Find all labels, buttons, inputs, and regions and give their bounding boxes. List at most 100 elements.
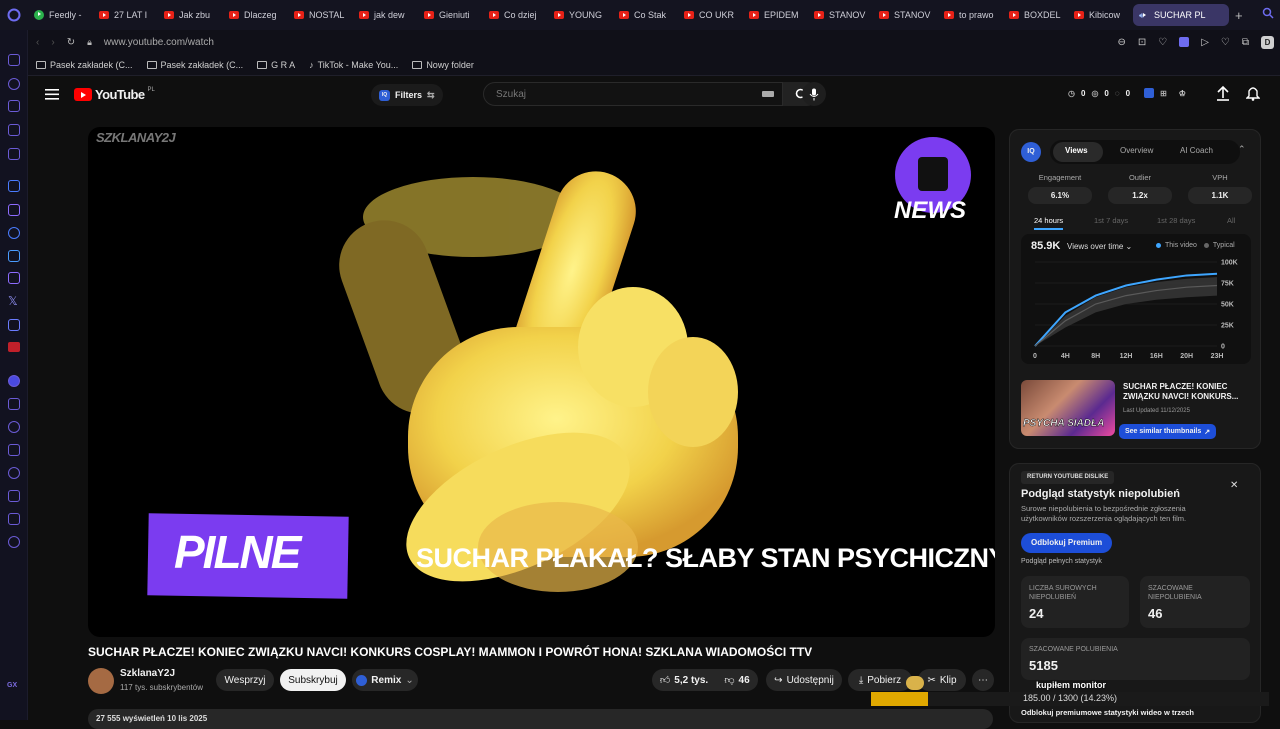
similar-thumbnails-button[interactable]: See similar thumbnails↗ bbox=[1119, 424, 1216, 439]
browser-tab[interactable]: STANOV bbox=[808, 4, 871, 26]
upload-icon[interactable] bbox=[1216, 85, 1230, 106]
notes-icon[interactable] bbox=[8, 444, 20, 456]
heart-icon[interactable] bbox=[8, 421, 20, 433]
sidebar-bag-icon[interactable] bbox=[8, 100, 20, 112]
site-info-icon[interactable]: 🔒︎ bbox=[87, 37, 92, 48]
browser-tab[interactable]: CO UKR bbox=[678, 4, 741, 26]
range-tab[interactable]: All bbox=[1227, 216, 1235, 225]
similar-thumbnail[interactable]: PSYCHA SIADŁA bbox=[1021, 380, 1115, 436]
range-tab[interactable]: 1st 7 days bbox=[1094, 216, 1128, 225]
sidebar-mail-icon[interactable] bbox=[8, 148, 20, 160]
bookmark-item[interactable]: ♪TikTok - Make You... bbox=[309, 60, 398, 70]
favorite-icon[interactable]: ♡ bbox=[1221, 37, 1230, 48]
metric-label: Outlier bbox=[1112, 173, 1168, 182]
snapshot-icon[interactable]: ⊡ bbox=[1138, 37, 1146, 48]
sidebar-arc-icon[interactable] bbox=[8, 180, 20, 192]
browser-tab[interactable]: to prawo bbox=[938, 4, 1001, 26]
opera-icon[interactable] bbox=[0, 0, 28, 30]
remix-button[interactable]: Remix ⌄ bbox=[352, 669, 418, 691]
telegram-icon[interactable] bbox=[8, 250, 20, 262]
ublock-icon[interactable] bbox=[8, 342, 20, 352]
browser-tab[interactable]: BOXDEL bbox=[1003, 4, 1066, 26]
range-tab[interactable]: 24 hours bbox=[1034, 216, 1063, 230]
analytics-tab-ai-coach[interactable]: AI Coach bbox=[1180, 146, 1213, 155]
subscribe-button[interactable]: Subskrybuj bbox=[280, 669, 346, 691]
tab-search-icon[interactable] bbox=[1262, 6, 1274, 24]
bookmark-item[interactable]: Pasek zakładek (C... bbox=[147, 60, 244, 70]
analytics-tab-overview[interactable]: Overview bbox=[1120, 146, 1153, 155]
share-button[interactable]: ↪Udostępnij bbox=[766, 669, 842, 691]
menu-icon[interactable] bbox=[45, 87, 59, 105]
profile-avatar[interactable]: D bbox=[1261, 36, 1274, 49]
views-over-time-dropdown[interactable]: Views over time ⌄ bbox=[1067, 242, 1132, 251]
browser-tab[interactable]: Kibicow bbox=[1068, 4, 1131, 26]
notifications-icon[interactable] bbox=[1246, 85, 1260, 106]
collapse-icon[interactable]: ⌃ bbox=[1238, 144, 1246, 155]
instagram-icon[interactable] bbox=[8, 272, 20, 284]
extensions-icon[interactable] bbox=[8, 513, 20, 525]
back-icon[interactable]: ‹ bbox=[36, 37, 39, 48]
channel-name[interactable]: SzklanaY2J bbox=[120, 668, 175, 679]
iq-header-icon[interactable] bbox=[1144, 88, 1154, 98]
browser-tab[interactable]: YOUNG bbox=[548, 4, 611, 26]
vpn-icon[interactable] bbox=[1179, 37, 1189, 47]
channel-avatar[interactable] bbox=[88, 668, 114, 694]
filters-button[interactable]: IQ Filters ⇆ bbox=[371, 84, 443, 106]
play-icon[interactable]: ▷ bbox=[1201, 37, 1209, 48]
browser-tab[interactable]: Co dziej bbox=[483, 4, 546, 26]
bookmark-item[interactable]: Pasek zakładek (C... bbox=[36, 60, 133, 70]
range-tab[interactable]: 1st 28 days bbox=[1157, 216, 1195, 225]
browser-tab[interactable]: Dlaczeg bbox=[223, 4, 286, 26]
downloads-icon[interactable] bbox=[8, 490, 20, 502]
voice-search-button[interactable] bbox=[802, 82, 826, 106]
zoom-icon[interactable]: ⊖ bbox=[1117, 37, 1125, 48]
forward-icon[interactable]: › bbox=[51, 37, 54, 48]
support-button[interactable]: Wesprzyj bbox=[216, 669, 274, 691]
reload-icon[interactable]: ↻ bbox=[67, 37, 75, 48]
flow-icon[interactable] bbox=[8, 398, 20, 410]
url-field[interactable]: www.youtube.com/watch bbox=[104, 37, 214, 48]
youtube-logo[interactable]: YouTube PL bbox=[74, 87, 155, 102]
browser-tab[interactable]: Feedly - bbox=[28, 4, 91, 26]
grid-icon[interactable]: ⊞ bbox=[1160, 89, 1167, 98]
sidebar-ai-icon[interactable] bbox=[8, 54, 20, 66]
bookmark-icon[interactable]: ♡ bbox=[1158, 37, 1167, 48]
discord-icon[interactable] bbox=[8, 319, 20, 331]
close-icon[interactable]: ✕ bbox=[1230, 480, 1238, 491]
browser-tab[interactable]: NOSTAL bbox=[288, 4, 351, 26]
video-player[interactable]: SZKLANAY2J NEWS PILNE SUCHAR PŁAKAŁ? SŁA… bbox=[88, 127, 995, 637]
analytics-tab-views[interactable]: Views bbox=[1065, 146, 1088, 155]
bookmark-item[interactable]: Nowy folder bbox=[412, 60, 474, 70]
browser-tab[interactable]: STANOV bbox=[873, 4, 936, 26]
sidebar-image-icon[interactable] bbox=[8, 124, 20, 136]
browser-tab[interactable]: Co Stak bbox=[613, 4, 676, 26]
x-icon[interactable]: 𝕏 bbox=[8, 294, 18, 308]
search-input[interactable]: Szukaj bbox=[483, 82, 783, 106]
player-icon[interactable] bbox=[8, 375, 20, 387]
youtube-favicon-icon bbox=[99, 11, 109, 19]
browser-tab[interactable]: 27 LAT I bbox=[93, 4, 156, 26]
new-tab-button[interactable]: + bbox=[1229, 4, 1249, 26]
keyboard-icon[interactable] bbox=[762, 91, 774, 97]
similar-title[interactable]: SUCHAR PŁACZE! KONIEC ZWIĄZKU NAVCI! KON… bbox=[1123, 382, 1253, 402]
full-stats-link[interactable]: Podgląd pełnych statystyk bbox=[1021, 558, 1102, 565]
like-button[interactable]: 👍︎5,2 tys. bbox=[652, 669, 716, 691]
more-actions-button[interactable]: ⋯ bbox=[972, 669, 994, 691]
browser-tab[interactable]: jak dew bbox=[353, 4, 416, 26]
settings-icon[interactable] bbox=[8, 536, 20, 548]
gx-icon[interactable]: GX bbox=[7, 682, 17, 689]
dislike-button[interactable]: 👎︎46 bbox=[716, 669, 758, 691]
browser-tab[interactable]: 🔊︎SUCHAR PL bbox=[1133, 4, 1229, 26]
browser-tab[interactable]: Gieniuti bbox=[418, 4, 481, 26]
browser-tab[interactable]: Jak zbu bbox=[158, 4, 221, 26]
messenger-icon[interactable] bbox=[8, 227, 20, 239]
twitch-icon[interactable] bbox=[8, 204, 20, 216]
unlock-premium-button[interactable]: Odblokuj Premium bbox=[1021, 533, 1112, 553]
description-box[interactable]: 27 555 wyświetleń 10 lis 2025 bbox=[88, 709, 993, 729]
sidebar-music-icon[interactable] bbox=[8, 78, 20, 90]
crown-icon[interactable]: ♔ bbox=[1179, 89, 1186, 98]
history-icon[interactable] bbox=[8, 467, 20, 479]
bookmark-item[interactable]: G R A bbox=[257, 60, 295, 70]
puzzle-icon[interactable]: ⧉ bbox=[1242, 37, 1249, 48]
browser-tab[interactable]: EPIDEM bbox=[743, 4, 806, 26]
